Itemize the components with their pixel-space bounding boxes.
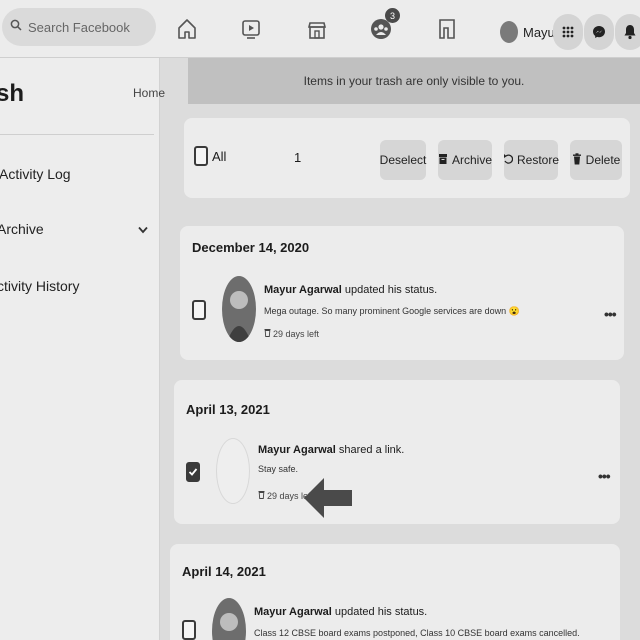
trash-info-text: Items in your trash are only visible to … [303, 74, 525, 88]
select-all[interactable]: All [194, 146, 226, 166]
post-link-thumbnail [216, 438, 250, 504]
restore-icon [503, 153, 514, 168]
delete-label: Delete [585, 153, 621, 167]
home-icon[interactable] [170, 12, 204, 46]
post-action: shared a link. [335, 444, 405, 456]
delete-button[interactable]: Delete [570, 140, 622, 180]
top-navigation-bar: 3 Mayur [0, 0, 640, 58]
select-all-checkbox[interactable] [194, 146, 208, 166]
pointer-arrow-icon [302, 474, 354, 527]
post-checkbox[interactable] [192, 300, 206, 320]
post-text: Stay safe. [258, 464, 299, 474]
archive-icon [438, 153, 448, 168]
archive-label: Archive [452, 153, 493, 167]
notifications-bell-icon[interactable] [615, 14, 640, 50]
avatar [500, 21, 518, 43]
trash-post-card: December 14, 2020 Mayur Agarwal updated … [180, 226, 624, 360]
sidebar-item-activity-history[interactable]: ctivity History [0, 278, 79, 294]
trash-info-banner: Items in your trash are only visible to … [188, 58, 640, 104]
left-sidebar: sh Home Activity Log Archive ctivity His… [0, 58, 165, 640]
restore-button[interactable]: Restore [503, 140, 560, 180]
post-author[interactable]: Mayur Agarwal [254, 606, 332, 618]
post-text: Mega outage. So many prominent Google se… [264, 306, 520, 316]
menu-grid-icon[interactable] [553, 14, 583, 50]
deselect-label: Deselect [379, 153, 427, 167]
page-title: sh [0, 80, 25, 107]
post-action: updated his status. [331, 606, 428, 618]
select-all-label: All [212, 148, 227, 164]
marketplace-icon[interactable] [300, 12, 334, 46]
deselect-button[interactable]: Deselect [380, 140, 426, 180]
post-title: Mayur Agarwal updated his status. [254, 606, 427, 618]
post-author[interactable]: Mayur Agarwal [258, 444, 336, 456]
gaming-icon[interactable] [430, 12, 464, 46]
trash-post-card: April 14, 2021 Mayur Agarwal updated his… [170, 544, 620, 640]
trash-small-icon [258, 490, 265, 501]
restore-label: Restore [516, 153, 560, 167]
groups-notification-badge: 3 [385, 8, 400, 23]
sidebar-divider [0, 134, 154, 135]
more-options-button[interactable]: ••• [604, 306, 617, 322]
post-select-checkbox[interactable] [192, 300, 206, 320]
messenger-icon[interactable] [584, 14, 614, 50]
profile-link[interactable]: Mayur [500, 14, 559, 50]
archive-button[interactable]: Archive [438, 140, 492, 180]
search-input[interactable] [28, 19, 146, 35]
selected-count: 1 [294, 150, 302, 165]
watch-icon[interactable] [234, 12, 268, 46]
sidebar-item-archive[interactable]: Archive [0, 221, 44, 237]
post-select-checkbox[interactable] [182, 620, 196, 640]
post-author[interactable]: Mayur Agarwal [264, 284, 342, 296]
sidebar-item-activity-log[interactable]: Activity Log [0, 166, 71, 182]
trash-icon [572, 152, 582, 168]
home-link[interactable]: Home [133, 86, 165, 100]
post-checkbox[interactable] [186, 462, 200, 482]
post-action: updated his status. [341, 284, 438, 296]
trash-toolbar: All 1 Deselect Archive Restore Delete [184, 118, 630, 198]
groups-icon[interactable]: 3 [364, 8, 400, 46]
post-text: Class 12 CBSE board exams postponed, Cla… [254, 628, 580, 638]
post-date: December 14, 2020 [192, 240, 310, 255]
post-select-checkbox[interactable] [186, 462, 200, 482]
post-title: Mayur Agarwal updated his status. [264, 284, 437, 296]
days-left-text: 29 days left [273, 328, 320, 339]
post-title: Mayur Agarwal shared a link. [258, 444, 404, 456]
search-box[interactable] [2, 8, 156, 46]
post-date: April 13, 2021 [186, 402, 270, 417]
post-date: April 14, 2021 [182, 564, 266, 579]
post-author-avatar [222, 276, 256, 342]
trash-small-icon [264, 328, 271, 339]
days-left: 29 days left [264, 328, 319, 339]
trash-post-card: April 13, 2021 Mayur Agarwal shared a li… [174, 380, 620, 524]
post-author-avatar [212, 598, 246, 640]
chevron-down-icon[interactable] [138, 221, 148, 239]
more-options-button[interactable]: ••• [598, 468, 611, 484]
search-icon [10, 18, 22, 36]
post-checkbox[interactable] [182, 620, 196, 640]
